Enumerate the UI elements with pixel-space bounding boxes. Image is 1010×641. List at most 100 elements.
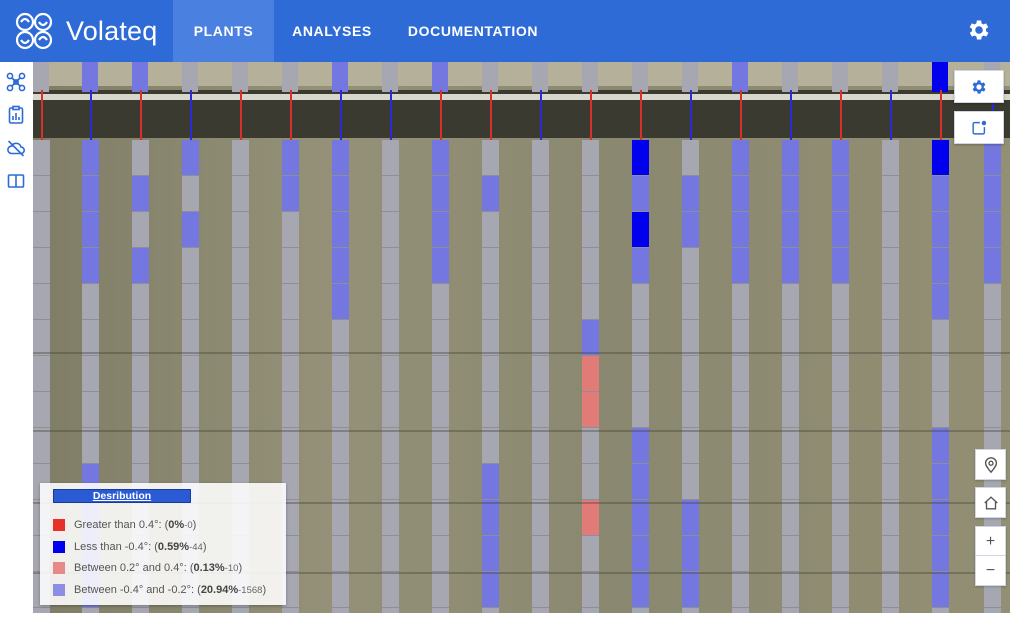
panel-segment[interactable]: [382, 572, 399, 608]
panel-segment[interactable]: [932, 248, 949, 284]
panel-segment[interactable]: [582, 212, 599, 248]
panel-segment[interactable]: [482, 392, 499, 428]
panel-segment[interactable]: [932, 320, 949, 356]
panel-segment[interactable]: [332, 320, 349, 356]
panel-segment[interactable]: [332, 284, 349, 320]
panel-segment[interactable]: [732, 248, 749, 284]
panel-segment[interactable]: [882, 176, 899, 212]
panel-segment[interactable]: [33, 356, 50, 392]
notification-button[interactable]: [954, 111, 1004, 144]
drone-icon[interactable]: [6, 72, 26, 92]
nav-analyses[interactable]: ANALYSES: [274, 0, 390, 62]
panel-segment[interactable]: [632, 356, 649, 392]
panel-segment[interactable]: [82, 176, 99, 212]
panel-segment[interactable]: [832, 140, 849, 176]
panel-row[interactable]: [482, 140, 499, 613]
panel-segment[interactable]: [332, 140, 349, 176]
panel-segment[interactable]: [932, 392, 949, 428]
panel-segment[interactable]: [282, 248, 299, 284]
panel-segment[interactable]: [532, 392, 549, 428]
panel-segment[interactable]: [432, 356, 449, 392]
panel-segment[interactable]: [282, 320, 299, 356]
panel-segment[interactable]: [182, 212, 199, 248]
zoom-out-button[interactable]: −: [975, 555, 1006, 586]
panel-segment[interactable]: [682, 536, 699, 572]
panel-segment[interactable]: [832, 284, 849, 320]
panel-segment[interactable]: [882, 320, 899, 356]
panel-segment[interactable]: [82, 428, 99, 464]
panel-segment[interactable]: [532, 536, 549, 572]
panel-segment[interactable]: [632, 392, 649, 428]
panel-segment[interactable]: [682, 392, 699, 428]
panel-segment[interactable]: [682, 176, 699, 212]
panel-segment[interactable]: [582, 500, 599, 536]
panel-segment[interactable]: [282, 212, 299, 248]
panel-segment[interactable]: [882, 536, 899, 572]
panel-segment[interactable]: [632, 248, 649, 284]
panel-segment[interactable]: [932, 572, 949, 608]
panel-segment[interactable]: [432, 536, 449, 572]
panel-segment[interactable]: [482, 428, 499, 464]
panel-segment[interactable]: [33, 176, 50, 212]
panel-segment[interactable]: [382, 212, 399, 248]
panel-row[interactable]: [932, 140, 949, 613]
panel-segment[interactable]: [732, 392, 749, 428]
panel-segment[interactable]: [632, 320, 649, 356]
panel-segment[interactable]: [582, 428, 599, 464]
panel-segment[interactable]: [782, 464, 799, 500]
panel-segment[interactable]: [932, 500, 949, 536]
panel-segment[interactable]: [382, 284, 399, 320]
panel-segment[interactable]: [332, 392, 349, 428]
panel-segment[interactable]: [932, 536, 949, 572]
panel-segment[interactable]: [282, 176, 299, 212]
panel-segment[interactable]: [532, 284, 549, 320]
panel-segment[interactable]: [632, 284, 649, 320]
panel-segment[interactable]: [232, 284, 249, 320]
panel-segment[interactable]: [832, 320, 849, 356]
panel-segment[interactable]: [984, 356, 1001, 392]
panel-segment[interactable]: [782, 392, 799, 428]
nav-documentation[interactable]: DOCUMENTATION: [390, 0, 556, 62]
panel-segment[interactable]: [882, 572, 899, 608]
panel-segment[interactable]: [532, 464, 549, 500]
panel-segment[interactable]: [332, 536, 349, 572]
panel-segment[interactable]: [732, 500, 749, 536]
panel-segment[interactable]: [582, 536, 599, 572]
panel-segment[interactable]: [682, 464, 699, 500]
panel-segment[interactable]: [782, 428, 799, 464]
panel-segment[interactable]: [882, 464, 899, 500]
panel-segment[interactable]: [232, 248, 249, 284]
panel-segment[interactable]: [382, 428, 399, 464]
panel-segment[interactable]: [882, 284, 899, 320]
panel-row[interactable]: [332, 140, 349, 613]
panel-segment[interactable]: [984, 284, 1001, 320]
panel-segment[interactable]: [432, 140, 449, 176]
panel-segment[interactable]: [882, 212, 899, 248]
panel-segment[interactable]: [382, 356, 399, 392]
panel-segment[interactable]: [282, 428, 299, 464]
panel-segment[interactable]: [482, 176, 499, 212]
locate-button[interactable]: [975, 449, 1006, 480]
panel-row[interactable]: [582, 140, 599, 613]
panel-segment[interactable]: [582, 356, 599, 392]
report-clipboard-icon[interactable]: [6, 105, 26, 125]
panel-row[interactable]: [382, 140, 399, 613]
panel-row[interactable]: [532, 140, 549, 613]
panel-segment[interactable]: [532, 320, 549, 356]
panel-segment[interactable]: [82, 140, 99, 176]
panel-segment[interactable]: [882, 140, 899, 176]
panel-segment[interactable]: [33, 248, 50, 284]
panel-segment[interactable]: [282, 356, 299, 392]
panel-segment[interactable]: [984, 320, 1001, 356]
panel-segment[interactable]: [582, 140, 599, 176]
panel-segment[interactable]: [482, 572, 499, 608]
panel-segment[interactable]: [532, 176, 549, 212]
panel-segment[interactable]: [482, 212, 499, 248]
panel-segment[interactable]: [332, 500, 349, 536]
panel-segment[interactable]: [832, 500, 849, 536]
panel-segment[interactable]: [932, 464, 949, 500]
panel-segment[interactable]: [332, 572, 349, 608]
panel-segment[interactable]: [532, 572, 549, 608]
panel-segment[interactable]: [33, 284, 50, 320]
panel-segment[interactable]: [432, 284, 449, 320]
